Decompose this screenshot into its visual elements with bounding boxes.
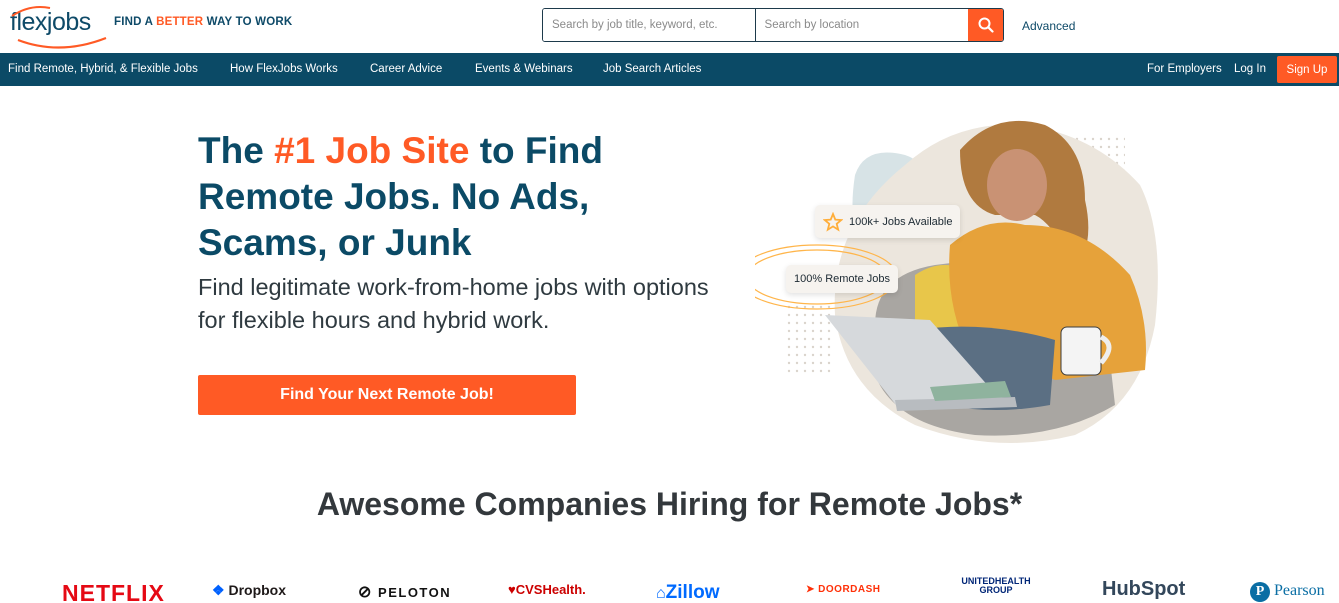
zillow-icon: ⌂ [656,585,666,602]
heart-icon: ♥ [508,582,516,597]
netflix-logo: NETFLIX [62,580,165,603]
search-button[interactable] [968,9,1003,41]
for-employers-link[interactable]: For Employers [1147,63,1222,75]
remote-jobs-badge: 100% Remote Jobs [786,265,898,293]
doordash-logo: ➤ DOORDASH [806,584,881,595]
tagline: FIND A BETTER WAY TO WORK [114,16,293,28]
companies-heading: Awesome Companies Hiring for Remote Jobs… [316,486,1023,522]
location-search-input[interactable] [755,9,969,41]
search-icon [978,17,994,33]
hero-subtitle: Find legitimate work-from-home jobs with… [198,274,709,333]
page: flexjobs FIND A BETTER WAY TO WORK Advan… [0,0,1339,603]
keyword-search-input[interactable] [543,9,756,41]
nav-events-webinars[interactable]: Events & Webinars [475,63,573,75]
nav-career-advice[interactable]: Career Advice [370,63,442,75]
peloton-logo: ⊘ PELOTON [358,584,452,601]
dropbox-icon: ❖ [212,582,225,598]
remote-jobs-text: 100% Remote Jobs [794,273,890,285]
main-nav: Find Remote, Hybrid, & Flexible Jobs How… [0,53,1339,86]
jobs-available-text: 100k+ Jobs Available [849,215,953,228]
logo-swoosh-icon [11,6,107,49]
nav-how-it-works[interactable]: How FlexJobs Works [230,63,338,75]
doordash-icon: ➤ [806,584,815,595]
hubspot-logo: HubSpot [1102,578,1186,600]
cvs-health-logo: ♥CVSHealth. [508,582,586,597]
peloton-icon: ⊘ [358,584,373,601]
company-logos: NETFLIX ❖ Dropbox ⊘ PELOTON ♥CVSHealth. … [0,576,1339,603]
flexjobs-logo[interactable]: flexjobs [10,4,110,49]
nav-job-search-articles[interactable]: Job Search Articles [603,63,701,75]
pearson-logo: P Pearson [1250,582,1325,602]
pearson-icon: P [1250,582,1270,602]
nav-find-jobs[interactable]: Find Remote, Hybrid, & Flexible Jobs [8,63,198,75]
search-bar [542,8,1004,42]
advanced-search-link[interactable]: Advanced [1022,19,1075,33]
top-header: flexjobs FIND A BETTER WAY TO WORK Advan… [0,0,1339,53]
hero-illustration: 100k+ Jobs Available 100% Remote Jobs [736,105,1175,450]
zillow-logo: ⌂Zillow [656,582,720,603]
login-link[interactable]: Log In [1234,63,1266,75]
find-remote-job-button[interactable]: Find Your Next Remote Job! [198,375,576,415]
unitedhealth-logo: UNITEDHEALTH GROUP [961,576,1031,595]
star-icon [823,211,843,232]
signup-button[interactable]: Sign Up [1277,56,1337,83]
hero-title: The #1 Job Site to Find Remote Jobs. No … [198,130,603,263]
jobs-available-badge: 100k+ Jobs Available [815,205,961,238]
dropbox-logo: ❖ Dropbox [212,582,287,598]
